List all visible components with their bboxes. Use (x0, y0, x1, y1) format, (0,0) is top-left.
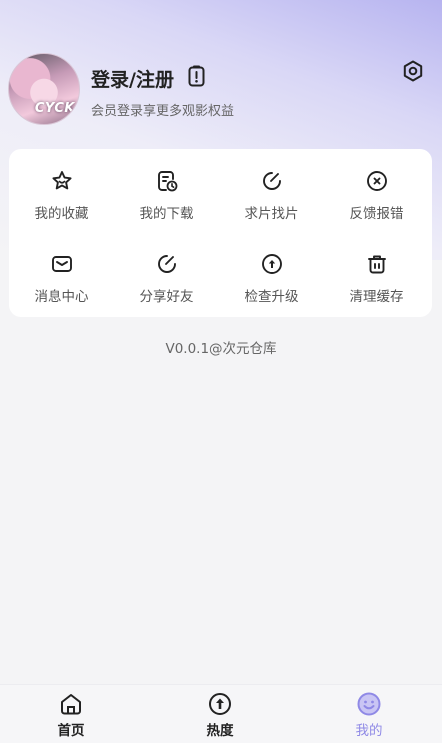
profile-section: CYCK 登录/注册 会员登录享更多观影权益 (8, 53, 434, 125)
version-text: V0.0.1@次元仓库 (165, 341, 277, 357)
tab-home[interactable]: 首页 (31, 691, 111, 739)
avatar-watermark: CYCK (34, 101, 75, 116)
login-subtitle: 会员登录享更多观影权益 (91, 104, 235, 119)
gear-icon[interactable] (401, 59, 425, 83)
avatar[interactable]: CYCK (8, 53, 80, 125)
bottom-tab-bar: 首页 热度 我的 (0, 684, 442, 743)
menu-label: 检查升级 (244, 289, 299, 305)
menu-label: 我的下载 (139, 206, 194, 222)
tab-label: 热度 (206, 723, 234, 739)
arrow-up-circle-icon (209, 693, 231, 715)
menu-item-feedback[interactable]: 反馈报错 (324, 169, 429, 239)
menu-label: 求片找片 (244, 206, 299, 222)
menu-label: 我的收藏 (34, 206, 89, 222)
menu-item-share[interactable]: 分享好友 (114, 252, 219, 322)
edit-icon (262, 172, 281, 190)
menu-item-favorites[interactable]: 我的收藏 (9, 169, 114, 239)
menu-item-update[interactable]: 检查升级 (219, 252, 324, 322)
close-circle-icon (366, 171, 387, 191)
download-clock-icon (157, 171, 177, 192)
menu-item-messages[interactable]: 消息中心 (9, 252, 114, 322)
tab-trending[interactable]: 热度 (180, 691, 260, 739)
menu-item-clear-cache[interactable]: 清理缓存 (324, 252, 429, 322)
smile-icon (357, 692, 381, 716)
menu-item-downloads[interactable]: 我的下载 (114, 169, 219, 239)
star-icon (51, 171, 72, 190)
menu-card: 我的收藏 我的下载 求片找片 反馈报错 消息中心 分享好友 检查升级 清理缓存 (9, 149, 432, 317)
shield-alert-icon (188, 65, 205, 87)
home-icon (61, 694, 81, 715)
tab-mine[interactable]: 我的 (329, 691, 409, 739)
menu-item-request[interactable]: 求片找片 (219, 169, 324, 239)
tab-label: 首页 (57, 723, 85, 739)
trash-icon (367, 255, 386, 274)
share-edit-icon (157, 255, 176, 273)
login-register-link[interactable]: 登录/注册 (91, 65, 174, 92)
menu-label: 反馈报错 (349, 206, 404, 222)
tab-label: 我的 (355, 723, 383, 739)
menu-label: 清理缓存 (349, 289, 404, 305)
mail-icon (51, 256, 72, 272)
menu-label: 消息中心 (34, 289, 89, 305)
upload-circle-icon (261, 254, 282, 274)
menu-label: 分享好友 (139, 289, 194, 305)
